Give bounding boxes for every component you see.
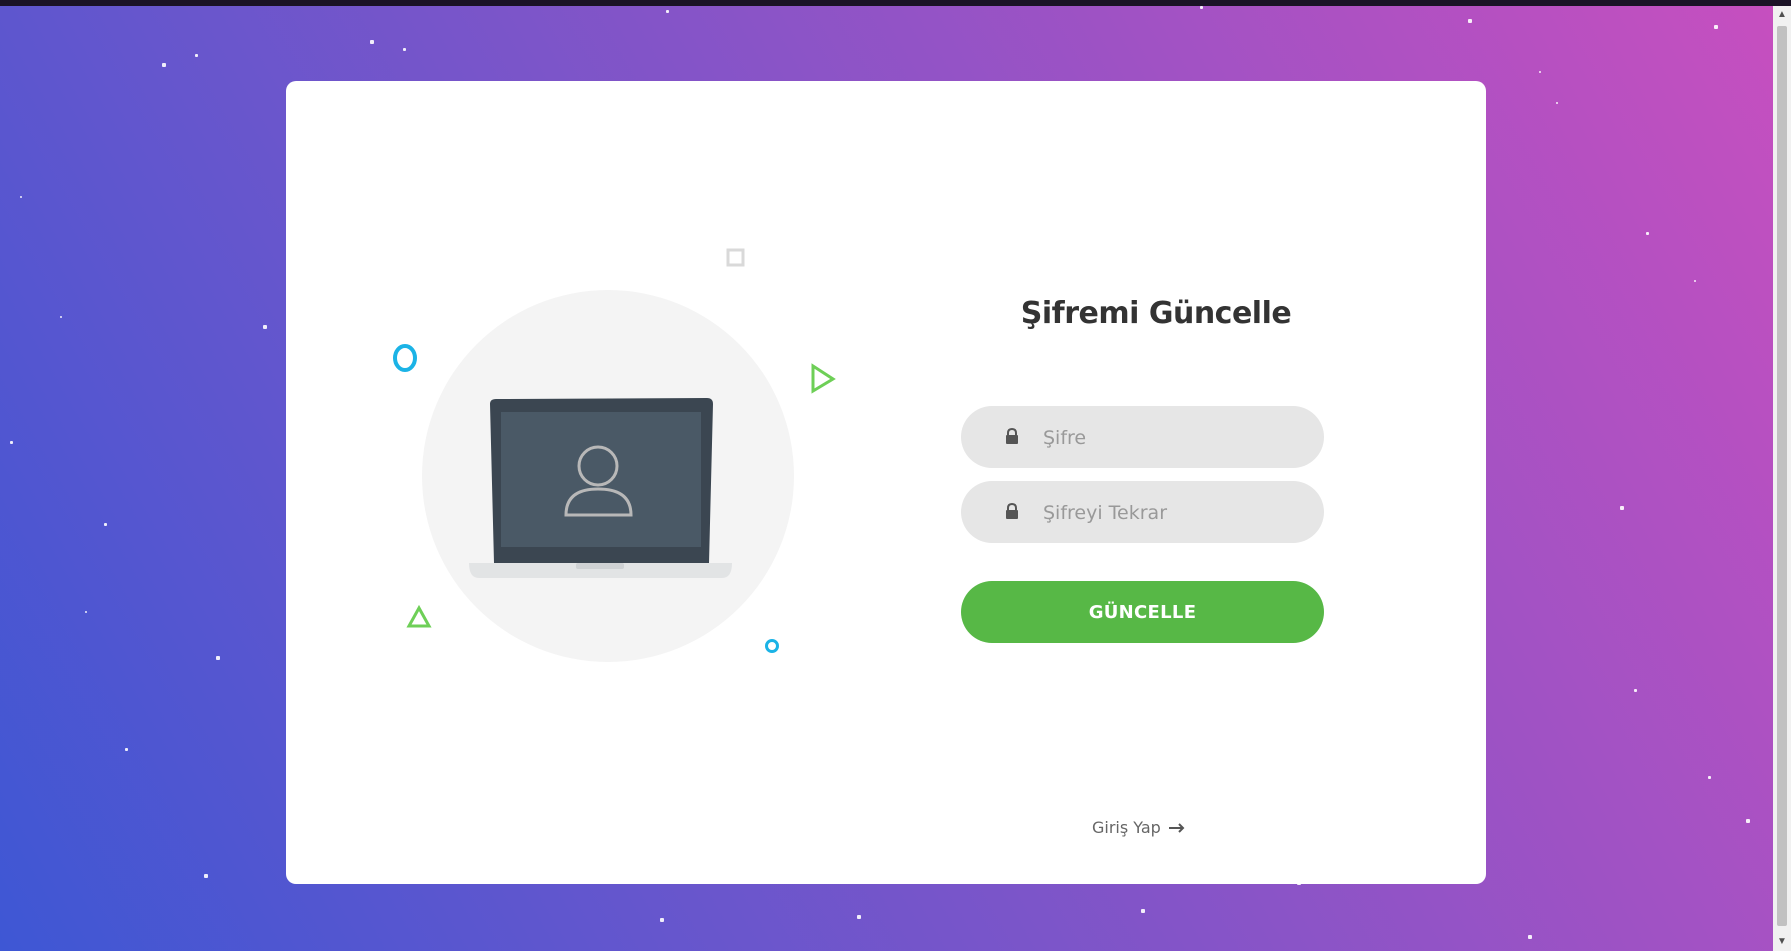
lock-icon: [1006, 503, 1018, 519]
update-password-card: Şifremi Güncelle GÜNCELLE Giriş Yap: [286, 81, 1486, 884]
triangle-up-decoration-icon: [406, 604, 432, 628]
scroll-down-icon[interactable]: ▼: [1773, 933, 1791, 951]
square-decoration-icon: [726, 248, 745, 267]
update-button[interactable]: GÜNCELLE: [961, 581, 1324, 643]
password-repeat-input[interactable]: [1041, 481, 1305, 545]
password-repeat-field[interactable]: [961, 481, 1324, 545]
triangle-right-decoration-icon: [811, 363, 836, 394]
password-field[interactable]: [961, 406, 1324, 470]
page-title: Şifremi Güncelle: [1020, 296, 1292, 331]
login-link[interactable]: Giriş Yap: [1092, 818, 1185, 837]
scroll-up-icon[interactable]: ▲: [1773, 6, 1791, 24]
circle-decoration-icon: [393, 344, 417, 372]
laptop-screen: [501, 412, 701, 547]
login-link-label: Giriş Yap: [1092, 818, 1161, 837]
password-input[interactable]: [1041, 406, 1305, 470]
lock-icon: [1006, 428, 1018, 444]
laptop-user-illustration: [393, 248, 836, 662]
arrow-right-icon: [1168, 822, 1185, 833]
vertical-scrollbar[interactable]: ▲ ▼: [1773, 6, 1791, 951]
scroll-thumb[interactable]: [1777, 26, 1787, 926]
small-circle-decoration-icon: [765, 639, 779, 653]
